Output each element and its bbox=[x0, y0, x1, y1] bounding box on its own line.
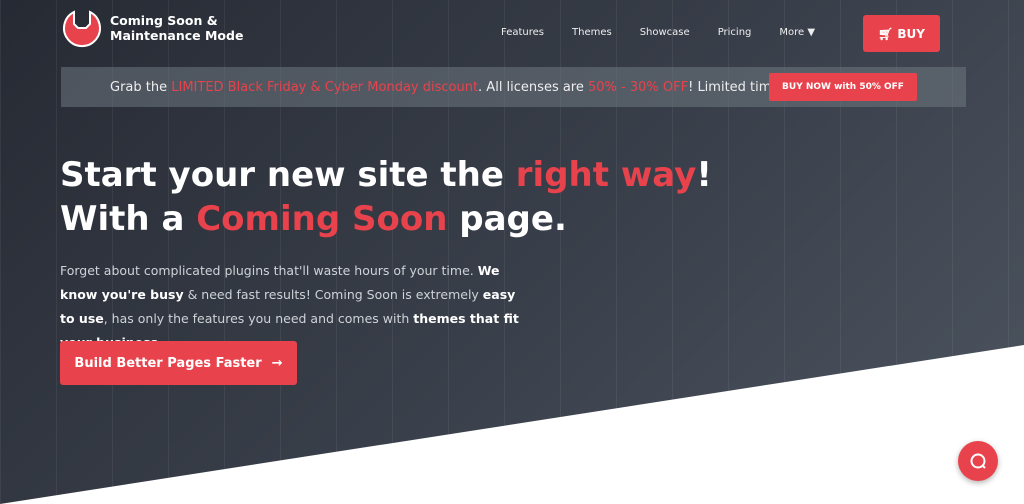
nav-more[interactable]: More ▼ bbox=[779, 27, 815, 38]
cart-icon: 🛒︎ bbox=[878, 26, 894, 41]
logo[interactable]: Coming Soon & Maintenance Mode bbox=[60, 8, 243, 48]
hero-heading: Start your new site the right way! With … bbox=[60, 155, 712, 239]
buy-button[interactable]: 🛒︎ BUY bbox=[863, 15, 940, 52]
main-nav: Features Themes Showcase Pricing More ▼ bbox=[501, 27, 843, 38]
nav-pricing[interactable]: Pricing bbox=[718, 27, 752, 38]
build-better-pages-button[interactable]: Build Better Pages Faster → bbox=[60, 341, 297, 385]
arrow-right-icon: → bbox=[271, 355, 283, 371]
buy-label: BUY bbox=[897, 26, 925, 41]
chat-icon bbox=[970, 453, 986, 469]
brand-line2: Maintenance Mode bbox=[110, 28, 244, 43]
promo-text: Grab the LIMITED Black Friday & Cyber Mo… bbox=[110, 79, 814, 95]
wrench-logo-icon bbox=[63, 10, 101, 48]
chat-button[interactable] bbox=[958, 441, 998, 481]
brand-line1: Coming Soon & bbox=[110, 13, 218, 28]
nav-features[interactable]: Features bbox=[501, 27, 544, 38]
nav-themes[interactable]: Themes bbox=[572, 27, 612, 38]
buy-now-discount-button[interactable]: BUY NOW with 50% OFF bbox=[769, 73, 917, 101]
nav-showcase[interactable]: Showcase bbox=[640, 27, 690, 38]
cta-label: Build Better Pages Faster bbox=[74, 355, 262, 371]
promo-banner: Grab the LIMITED Black Friday & Cyber Mo… bbox=[61, 67, 966, 107]
